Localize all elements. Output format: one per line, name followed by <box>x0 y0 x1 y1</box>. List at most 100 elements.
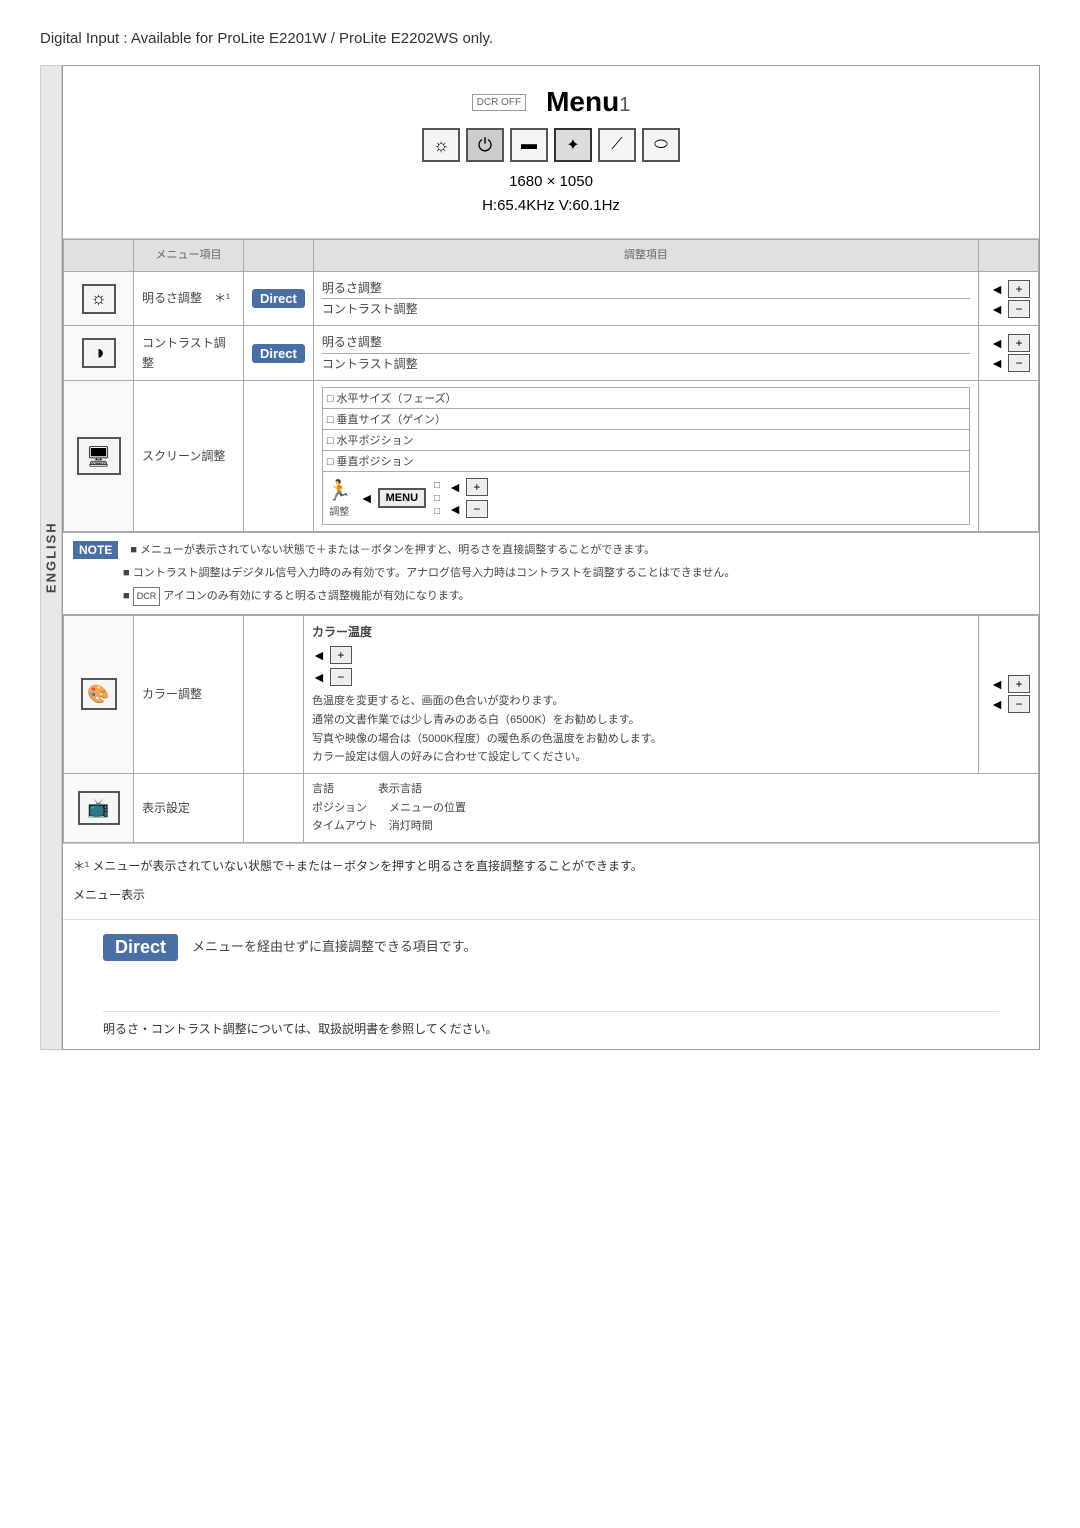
menu-button[interactable]: MENU <box>378 488 426 508</box>
brightness-content-line1: 明るさ調整 <box>322 278 970 298</box>
color-sub-label: カラー温度 <box>312 622 970 642</box>
color-label-cell: カラー調整 <box>134 615 244 773</box>
menu-table: メニュー項目 調整項目 ☼ <box>63 239 1039 532</box>
brightness-direct-cell: Direct <box>244 271 314 326</box>
header-col-name: メニュー項目 <box>134 240 244 272</box>
contrast-controls-cell: ◄ + ◄ − <box>979 326 1039 381</box>
brightness-label: 明るさ調整 ＊¹ <box>142 291 230 305</box>
color-desc2: 通常の文書作業では少し青みのある白（6500K）をお勧めします。 <box>312 711 970 730</box>
bottom-text2: メニュー表示 <box>73 885 1029 905</box>
brightness-label-cell: 明るさ調整 ＊¹ <box>134 271 244 326</box>
table-row: ☼ 明るさ調整 ＊¹ Direct 明るさ調整 コントラスト調整 <box>64 271 1039 326</box>
display-line3: タイムアウト 消灯時間 <box>312 817 1030 836</box>
screen-controls-cell <box>979 381 1039 532</box>
contrast-arrow-left1: ◄ <box>990 335 1004 351</box>
main-content: DCR OFF Menu1 ☼ ⏻ ▬ ✦ <box>62 65 1040 1050</box>
color-minus-btn[interactable]: − <box>330 668 352 686</box>
note-badge: NOTE <box>73 541 118 559</box>
brightness-controls-cell: ◄ + ◄ − <box>979 271 1039 326</box>
display-direct-cell <box>244 774 304 843</box>
icon-brightness: ☼ <box>422 128 460 162</box>
color-desc1: 色温度を変更すると、画面の色合いが変わります。 <box>312 692 970 711</box>
brightness-icon: ☼ <box>90 288 107 309</box>
color-table: 🎨 カラー調整 カラー温度 ◄ + <box>63 615 1039 843</box>
display-icon: 📺 <box>87 798 109 819</box>
brightness-content-cell: 明るさ調整 コントラスト調整 <box>313 271 978 326</box>
monitor-icons-row: ☼ ⏻ ▬ ✦ ⟋ ⬭ <box>422 128 680 162</box>
contrast-minus-btn[interactable]: − <box>1008 354 1030 372</box>
color-arrow-left: ◄ <box>312 647 326 663</box>
icon-display: ⬭ <box>642 128 680 162</box>
color-label: カラー調整 <box>142 687 202 701</box>
table-header-row: メニュー項目 調整項目 <box>64 240 1039 272</box>
page-header: Digital Input : Available for ProLite E2… <box>40 30 1040 47</box>
direct-badge-main: Direct <box>103 934 178 961</box>
brightness-content-line2: コントラスト調整 <box>322 299 970 319</box>
display-line2: ポジション メニューの位置 <box>312 799 1030 818</box>
person-icon: 🏃 <box>327 478 352 503</box>
note-line-3: ■ DCR アイコンのみ有効にすると明るさ調整機能が有効になります。 <box>123 587 470 606</box>
display-label: 表示設定 <box>142 801 190 815</box>
screen-content-cell: □ 水平サイズ（フェーズ） □ 垂直サイズ（ゲイン） □ 水平ポジション □ 垂… <box>313 381 978 532</box>
contrast-plus-btn[interactable]: + <box>1008 334 1030 352</box>
contrast-icon-cell: ◑ <box>64 326 134 381</box>
display-label-cell: 表示設定 <box>134 774 244 843</box>
screen-label: スクリーン調整 <box>142 449 225 463</box>
bottom-section: ＊¹ メニューが表示されていない状態で＋または－ボタンを押すと明るさを直接調整す… <box>63 843 1039 919</box>
direct-desc: メニューを経由せずに直接調整できる項目です。 <box>192 936 476 958</box>
contrast-arrow-left2: ◄ <box>990 355 1004 371</box>
screen-minus-btn[interactable]: − <box>466 500 488 518</box>
color-ctrl-minus[interactable]: − <box>1008 695 1030 713</box>
screen-icon: 🖥 <box>86 444 111 469</box>
color-arrow-left2: ◄ <box>312 669 326 685</box>
sidebar-label: ENGLISH <box>40 65 62 1050</box>
color-plus-btn[interactable]: + <box>330 646 352 664</box>
header-text: Digital Input : Available for ProLite E2… <box>40 30 1040 47</box>
color-icon-cell: 🎨 <box>64 615 134 773</box>
icon-bar: ▬ <box>510 128 548 162</box>
color-controls-cell: ◄ + ◄ − <box>979 615 1039 773</box>
brightness-icon-cell: ☼ <box>64 271 134 326</box>
note-line-2: ■ コントラスト調整はデジタル信号入力時のみ有効です。アナログ信号入力時はコント… <box>123 564 735 583</box>
dcr-label: DCR OFF <box>472 94 526 111</box>
contrast-direct-cell: Direct <box>244 326 314 381</box>
table-row: 📺 表示設定 言語 表示言語 ポジション メニューの位置 タイムアウト 消灯時間 <box>64 774 1039 843</box>
display-line1: 言語 表示言語 <box>312 780 1030 799</box>
header-col-content: 調整項目 <box>313 240 978 272</box>
brightness-minus-btn[interactable]: − <box>1008 300 1030 318</box>
color-direct-cell <box>244 615 304 773</box>
color-desc3: 写真や映像の場合は（5000K程度）の暖色系の色温度をお勧めします。 <box>312 730 970 749</box>
color-desc4: カラー設定は個人の好みに合わせて設定してください。 <box>312 748 970 767</box>
header-col-controls <box>979 240 1039 272</box>
monitor-resolution: 1680 × 1050 H:65.4KHz V:60.1Hz <box>482 170 620 218</box>
contrast-label: コントラスト調整 <box>142 336 226 370</box>
note-section: NOTE ■ メニューが表示されていない状態で＋または－ボタンを押すと、明るさを… <box>63 532 1039 615</box>
brightness-arrow-left1: ◄ <box>990 281 1004 297</box>
table-row: ◑ コントラスト調整 Direct 明るさ調整 コントラスト調整 <box>64 326 1039 381</box>
table-row: 🖥 スクリーン調整 □ 水平サイズ（フェーズ） <box>64 381 1039 532</box>
icon-diagonal: ⟋ <box>598 128 636 162</box>
contrast-label-cell: コントラスト調整 <box>134 326 244 381</box>
footer-text: 明るさ・コントラスト調整については、取扱説明書を参照してください。 <box>103 1011 999 1039</box>
table-row: 🎨 カラー調整 カラー温度 ◄ + <box>64 615 1039 773</box>
contrast-content-line2: コントラスト調整 <box>322 354 970 374</box>
display-content-cell: 言語 表示言語 ポジション メニューの位置 タイムアウト 消灯時間 <box>304 774 1039 843</box>
bottom-text1: ＊¹ メニューが表示されていない状態で＋または－ボタンを押すと明るさを直接調整す… <box>73 856 1029 876</box>
contrast-content-line1: 明るさ調整 <box>322 332 970 352</box>
footer-section: 明るさ・コントラスト調整については、取扱説明書を参照してください。 <box>63 971 1039 1049</box>
icon-power: ⏻ <box>466 128 504 162</box>
screen-direct-cell <box>244 381 314 532</box>
screen-icon-cell: 🖥 <box>64 381 134 532</box>
screen-label-cell: スクリーン調整 <box>134 381 244 532</box>
header-col-direct <box>244 240 314 272</box>
direct-section: Direct メニューを経由せずに直接調整できる項目です。 <box>63 919 1039 971</box>
brightness-plus-btn[interactable]: + <box>1008 280 1030 298</box>
screen-arrow-left: ◄ <box>360 490 374 506</box>
display-icon-cell: 📺 <box>64 774 134 843</box>
contrast-direct-badge: Direct <box>252 344 305 363</box>
color-ctrl-plus[interactable]: + <box>1008 675 1030 693</box>
brightness-arrow-left2: ◄ <box>990 301 1004 317</box>
color-icon: 🎨 <box>87 684 109 705</box>
screen-plus-btn[interactable]: + <box>466 478 488 496</box>
contrast-icon: ◑ <box>92 342 104 365</box>
